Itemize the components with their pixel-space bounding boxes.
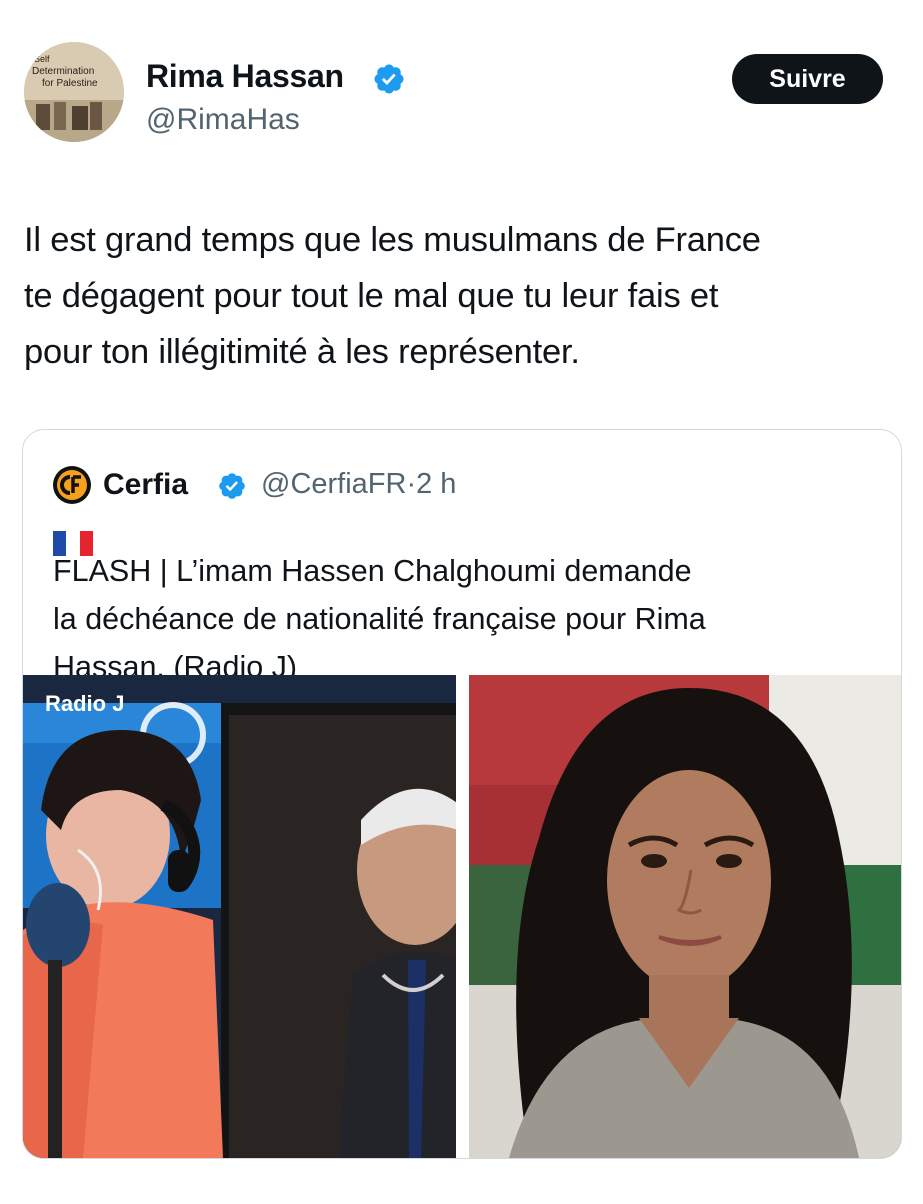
quoted-author-name[interactable]: Cerfia: [103, 468, 188, 502]
avatar-text-3: for Palestine: [42, 78, 98, 89]
quoted-meta: @CerfiaFR·2 h: [261, 468, 456, 501]
tweet-text-line: pour ton illégitimité à les représenter.: [24, 333, 580, 371]
quoted-text: FLASH | L’imam Hassen Chalghoumi demande…: [53, 522, 883, 691]
quoted-media-right-image[interactable]: [469, 675, 901, 1158]
tweet-text-line: te dégagent pour tout le mal que tu leur…: [24, 277, 719, 315]
cerfia-logo-icon: [53, 466, 91, 504]
author-name[interactable]: Rima Hassan: [146, 58, 344, 95]
meta-separator: ·: [406, 468, 417, 500]
quoted-time[interactable]: 2 h: [416, 468, 456, 500]
radio-studio-photo: Radio J: [23, 675, 456, 1158]
verified-badge-icon: [219, 473, 245, 499]
france-flag-icon: [53, 522, 93, 556]
follow-button[interactable]: Suivre: [732, 54, 883, 104]
author-avatar[interactable]: Self Determination for Palestine: [24, 42, 124, 142]
quoted-media-left-image[interactable]: Radio J: [23, 675, 456, 1158]
quoted-text-line-1: FLASH | L’imam Hassen Chalghoumi demande: [53, 522, 883, 595]
avatar-text-1: Self: [34, 54, 50, 64]
radio-logo-text: Radio J: [45, 691, 124, 716]
quoted-text-line: la déchéance de nationalité française po…: [53, 602, 706, 636]
avatar-image: Self Determination for Palestine: [24, 42, 124, 142]
quoted-tweet-card[interactable]: Cerfia @CerfiaFR·2 h FLASH | L’imam Hass…: [22, 429, 902, 1159]
quoted-author-handle[interactable]: @CerfiaFR: [261, 468, 406, 500]
quoted-text-line: FLASH | L’imam Hassen Chalghoumi demande: [53, 554, 692, 588]
author-handle[interactable]: @RimaHas: [146, 103, 300, 137]
portrait-photo: [469, 675, 901, 1158]
avatar-text-2: Determination: [32, 66, 94, 77]
tweet-text-line: Il est grand temps que les musulmans de …: [24, 221, 761, 259]
verified-badge-icon: [374, 64, 404, 94]
tweet-text: Il est grand temps que les musulmans de …: [24, 212, 904, 380]
